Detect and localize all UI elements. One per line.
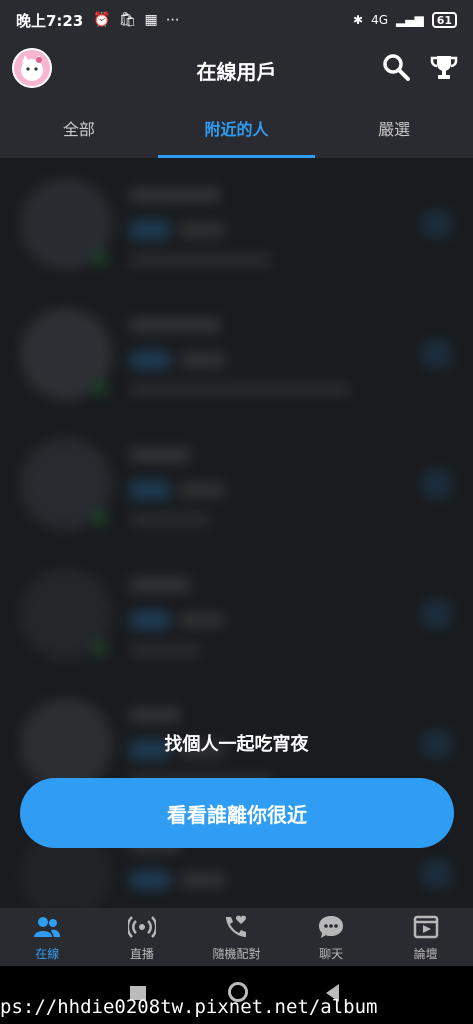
shopee-icon: 🛍 <box>118 12 137 28</box>
forum-icon <box>413 915 438 938</box>
nav-label: 聊天 <box>319 946 344 961</box>
watermark-text: ps://hhdie0208tw.pixnet.net/album <box>0 996 378 1018</box>
alarm-icon: ⏰ <box>93 12 111 28</box>
status-left-icons: ⏰ 🛍 ▦ ⋯ <box>93 12 179 28</box>
tab-bar: 全部 附近的人 嚴選 <box>0 98 473 158</box>
battery-level: 61 <box>436 13 452 27</box>
tab-nearby[interactable]: 附近的人 <box>157 98 316 158</box>
tab-featured[interactable]: 嚴選 <box>315 98 473 158</box>
nav-label: 在線 <box>35 946 60 961</box>
battery-icon: 61 <box>431 12 457 28</box>
nav-label: 論壇 <box>413 946 438 961</box>
more-dots-icon: ⋯ <box>165 12 180 28</box>
tab-all[interactable]: 全部 <box>0 98 158 158</box>
nav-forum[interactable]: 論壇 <box>378 908 473 966</box>
nav-label: 隨機配對 <box>212 946 261 961</box>
nav-random-match[interactable]: 隨機配對 <box>189 908 284 966</box>
trophy-icon[interactable] <box>429 52 459 86</box>
chat-bubble-icon <box>319 915 344 938</box>
nav-live[interactable]: 直播 <box>95 908 190 966</box>
status-time: 晚上7:23 <box>16 11 84 30</box>
bottom-nav: 在線 直播 隨機配對 聊天 論壇 <box>0 908 473 966</box>
nav-label: 直播 <box>129 946 154 961</box>
network-label: 4G <box>371 13 388 27</box>
search-icon[interactable] <box>381 52 411 86</box>
users-icon <box>34 916 61 937</box>
status-right-icons: ✱ 4G ▂▄▆ 61 <box>353 12 457 28</box>
promo-text: 找個人一起吃宵夜 <box>164 734 309 755</box>
app-header: 在線用戶 <box>0 40 473 98</box>
news-icon: ▦ <box>144 12 158 28</box>
nav-chat[interactable]: 聊天 <box>284 908 379 966</box>
status-bar: 晚上7:23 ⏰ 🛍 ▦ ⋯ ✱ 4G ▂▄▆ 61 <box>0 0 473 40</box>
find-nearby-button[interactable]: 看看誰離你很近 <box>20 778 454 848</box>
bluetooth-icon: ✱ <box>353 13 364 27</box>
heart-phone-icon <box>226 915 247 937</box>
broadcast-icon <box>127 915 156 938</box>
signal-icon: ▂▄▆ <box>396 13 424 27</box>
nav-online[interactable]: 在線 <box>0 908 95 966</box>
